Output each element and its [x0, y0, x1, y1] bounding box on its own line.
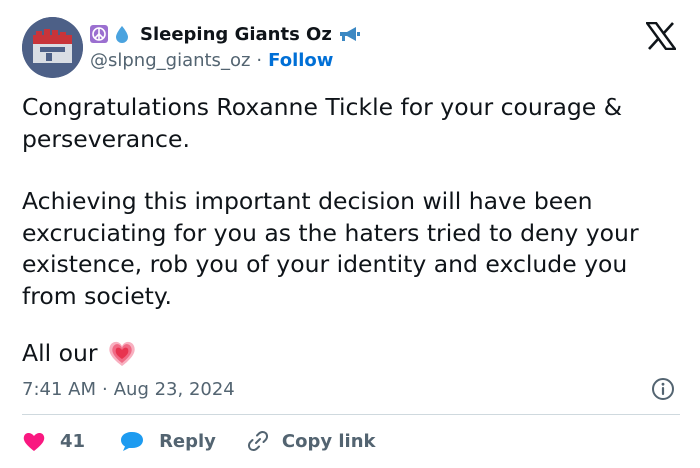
author-handle[interactable]: @slpng_giants_oz [90, 50, 250, 71]
author-name-row[interactable]: Sleeping Giants Oz [90, 22, 361, 46]
separator-dot: · [256, 49, 263, 71]
copy-link-button[interactable]: Copy link [246, 429, 376, 453]
tweet-timestamp[interactable]: 7:41 AM · Aug 23, 2024 [22, 376, 235, 402]
megaphone-icon [337, 25, 361, 43]
tweet-last-line: All our [22, 338, 138, 370]
like-count: 41 [60, 430, 86, 452]
follow-button[interactable]: Follow [268, 50, 333, 71]
tweet-paragraph: Achieving this important decision will h… [22, 187, 639, 310]
tweet-paragraph: Congratulations Roxanne Tickle for your … [22, 93, 623, 153]
avatar-image [22, 17, 83, 78]
tweet-actions: 41 Reply Copy link [22, 426, 376, 456]
author-handle-row: @slpng_giants_oz · Follow [90, 48, 333, 72]
reply-button[interactable]: Reply [119, 430, 216, 452]
copy-link-label: Copy link [281, 430, 376, 452]
reply-label: Reply [159, 430, 216, 452]
tweet-last-line-text: All our [22, 339, 98, 368]
peace-symbol-icon [90, 25, 108, 43]
avatar[interactable] [22, 17, 83, 78]
author-name[interactable]: Sleeping Giants Oz [140, 24, 332, 45]
water-drop-icon [113, 25, 131, 43]
heart-emoji-icon [106, 338, 138, 370]
divider [22, 414, 680, 415]
tweet-date[interactable]: Aug 23, 2024 [114, 379, 235, 400]
tweet-time[interactable]: 7:41 AM [22, 379, 96, 400]
heart-icon [23, 433, 45, 451]
x-logo-icon[interactable] [646, 22, 676, 50]
separator-dot: · [102, 378, 108, 400]
link-icon [247, 430, 268, 452]
tweet-card: Sleeping Giants Oz @slpng_giants_oz · Fo… [0, 0, 700, 468]
speech-bubble-icon [121, 432, 144, 451]
info-icon[interactable] [651, 377, 675, 401]
like-button[interactable]: 41 [22, 430, 85, 452]
tweet-text: Congratulations Roxanne Tickle for your … [22, 92, 687, 312]
